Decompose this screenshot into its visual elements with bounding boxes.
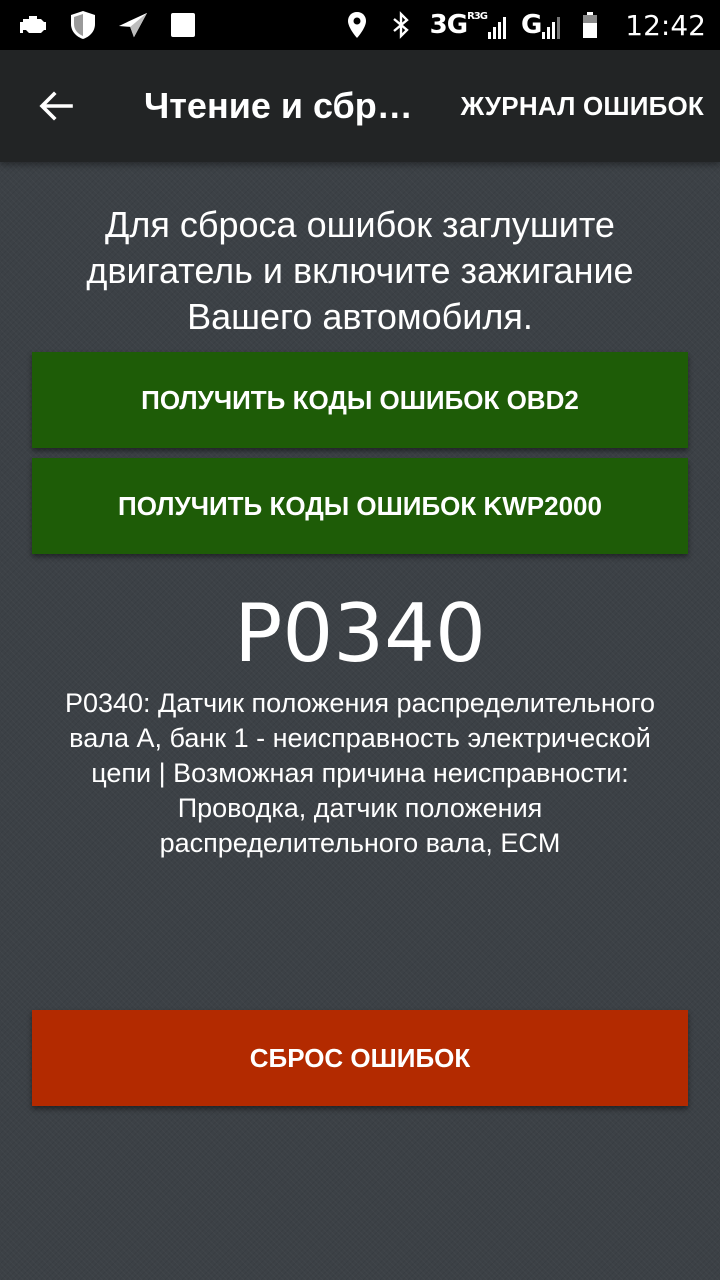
status-clock: 12:42 <box>625 8 706 42</box>
signal-icon <box>487 17 506 39</box>
network-3g: 3G R3G <box>430 10 507 40</box>
get-kwp2000-codes-button[interactable]: ПОЛУЧИТЬ КОДЫ ОШИБОК KWP2000 <box>32 458 688 554</box>
network-g: G <box>521 10 561 40</box>
reset-errors-button[interactable]: СБРОС ОШИБОК <box>32 1010 688 1106</box>
shield-icon <box>68 10 98 40</box>
network-g-label: G <box>520 10 542 40</box>
back-button[interactable] <box>0 50 112 162</box>
status-right-icons: 3G R3G G 12:42 <box>342 9 706 42</box>
error-log-button[interactable]: ЖУРНАЛ ОШИБОК <box>461 91 704 122</box>
square-icon <box>168 10 198 40</box>
network-r3g-badge: R3G <box>467 11 488 22</box>
navigation-arrow-icon <box>118 10 148 40</box>
app-bar: Чтение и сбр… ЖУРНАЛ ОШИБОК <box>0 50 720 162</box>
engine-icon <box>18 10 48 40</box>
network-3g-label: 3G <box>429 10 468 40</box>
arrow-left-icon <box>39 91 73 121</box>
location-pin-icon <box>342 10 372 40</box>
error-code: P0340 <box>234 587 486 680</box>
page-title: Чтение и сбр… <box>144 85 413 126</box>
get-obd2-codes-button[interactable]: ПОЛУЧИТЬ КОДЫ ОШИБОК OBD2 <box>32 352 688 448</box>
battery-icon <box>575 10 605 40</box>
error-description: P0340: Датчик положения распределительно… <box>64 688 656 858</box>
bluetooth-icon <box>386 10 416 40</box>
status-bar: 3G R3G G 12:42 <box>0 0 720 50</box>
signal-icon-2 <box>542 17 561 39</box>
instruction-text: Для сброса ошибок заглушите двигатель и … <box>86 204 634 337</box>
status-left-icons <box>18 10 198 40</box>
